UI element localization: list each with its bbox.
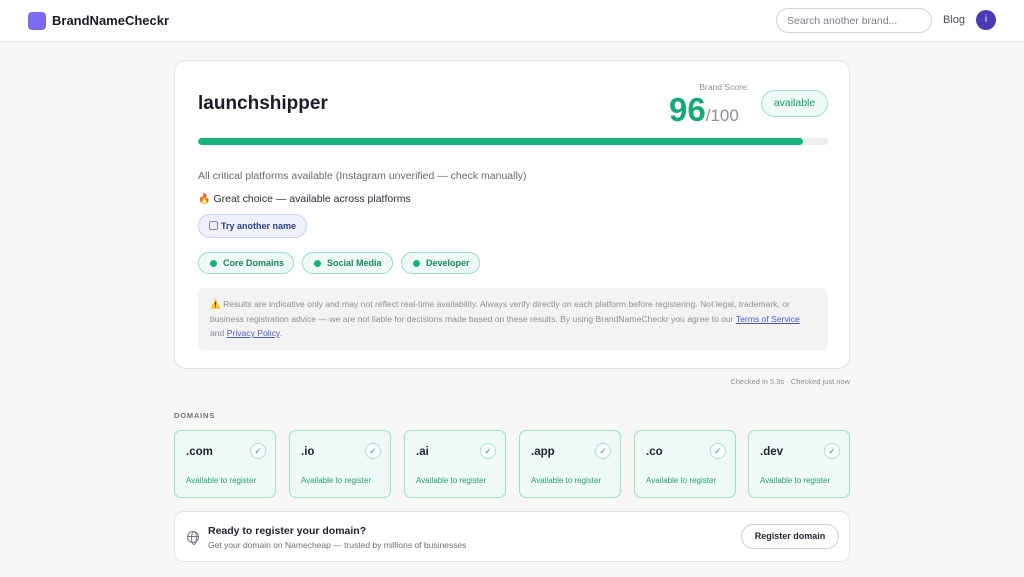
domain-card-co[interactable]: .co ✓ Available to register bbox=[634, 430, 736, 498]
register-domain-card: Ready to register your domain? Get your … bbox=[174, 511, 850, 562]
top-navigation-bar: BrandNameCheckr Blog i bbox=[0, 0, 1024, 42]
result-card: launchshipper Brand Score: 96/100 availa… bbox=[174, 60, 850, 369]
domain-tld: .co bbox=[646, 446, 663, 458]
check-icon: ✓ bbox=[595, 443, 611, 459]
check-icon: ✓ bbox=[480, 443, 496, 459]
score-max: /100 bbox=[705, 106, 739, 125]
checked-timestamp: Checked in 5.3s · Checked just now bbox=[730, 377, 850, 386]
filter-chip-social-media[interactable]: Social Media bbox=[302, 252, 393, 274]
terms-of-service-link[interactable]: Terms of Service bbox=[736, 314, 800, 324]
domain-status: Available to register bbox=[531, 476, 602, 485]
check-icon: ✓ bbox=[365, 443, 381, 459]
verdict-text: 🔥 Great choice — available across platfor… bbox=[198, 193, 411, 205]
status-dot-icon bbox=[413, 260, 420, 267]
filter-chip-label: Social Media bbox=[327, 258, 382, 268]
filter-chip-developer[interactable]: Developer bbox=[401, 252, 480, 274]
status-dot-icon bbox=[314, 260, 321, 267]
domain-tld: .com bbox=[186, 446, 213, 458]
blog-link[interactable]: Blog bbox=[943, 14, 965, 26]
fire-icon: 🔥 bbox=[198, 194, 211, 205]
domain-status: Available to register bbox=[301, 476, 372, 485]
domain-status: Available to register bbox=[760, 476, 831, 485]
domain-status: Available to register bbox=[646, 476, 717, 485]
search-input[interactable] bbox=[776, 8, 932, 33]
score-progress-fill bbox=[198, 138, 803, 145]
filter-chip-label: Developer bbox=[426, 258, 470, 268]
domain-tld: .dev bbox=[760, 446, 784, 458]
score-value: 96 bbox=[669, 91, 706, 128]
verdict-label: Great choice — available across platform… bbox=[213, 193, 411, 205]
filter-chip-core-domains[interactable]: Core Domains bbox=[198, 252, 294, 274]
domain-status: Available to register bbox=[186, 476, 257, 485]
privacy-policy-link[interactable]: Privacy Policy bbox=[227, 328, 280, 338]
domain-status: Available to register bbox=[416, 476, 487, 485]
check-icon: ✓ bbox=[824, 443, 840, 459]
register-title: Ready to register your domain? bbox=[208, 525, 367, 537]
domain-tld: .ai bbox=[416, 446, 429, 458]
brand-name: launchshipper bbox=[198, 93, 328, 114]
domain-card-io[interactable]: .io ✓ Available to register bbox=[289, 430, 391, 498]
register-domain-button[interactable]: Register domain bbox=[741, 524, 839, 549]
summary-text: All critical platforms available (Instag… bbox=[198, 170, 527, 182]
logo-icon[interactable] bbox=[28, 12, 46, 30]
disclaimer-and: and bbox=[210, 328, 225, 338]
disclaimer-end: . bbox=[279, 328, 282, 338]
status-dot-icon bbox=[210, 260, 217, 267]
domain-card-dev[interactable]: .dev ✓ Available to register bbox=[748, 430, 850, 498]
try-another-name-button[interactable]: Try another name bbox=[198, 214, 307, 238]
score-progress-bar bbox=[198, 138, 828, 145]
domain-card-com[interactable]: .com ✓ Available to register bbox=[174, 430, 276, 498]
domain-tld: .io bbox=[301, 446, 315, 458]
globe-icon bbox=[187, 531, 199, 545]
brand-score: 96/100 bbox=[669, 91, 739, 129]
check-icon: ✓ bbox=[250, 443, 266, 459]
domain-tld: .app bbox=[531, 446, 555, 458]
logo-text[interactable]: BrandNameCheckr bbox=[52, 13, 169, 28]
domain-card-app[interactable]: .app ✓ Available to register bbox=[519, 430, 621, 498]
try-another-name-label: Try another name bbox=[220, 221, 297, 231]
disclaimer-text: Results are indicative only and may not … bbox=[210, 299, 790, 324]
status-badge: available bbox=[761, 90, 828, 117]
warning-icon: ⚠️ bbox=[210, 299, 221, 309]
domain-card-ai[interactable]: .ai ✓ Available to register bbox=[404, 430, 506, 498]
domains-section-title: DOMAINS bbox=[174, 411, 216, 420]
check-icon: ✓ bbox=[710, 443, 726, 459]
register-subtitle: Get your domain on Namecheap — trusted b… bbox=[208, 540, 467, 550]
disclaimer-box: ⚠️ Results are indicative only and may n… bbox=[198, 288, 828, 350]
avatar[interactable]: i bbox=[976, 10, 996, 30]
filter-chip-label: Core Domains bbox=[223, 258, 285, 268]
refresh-icon bbox=[208, 221, 218, 230]
